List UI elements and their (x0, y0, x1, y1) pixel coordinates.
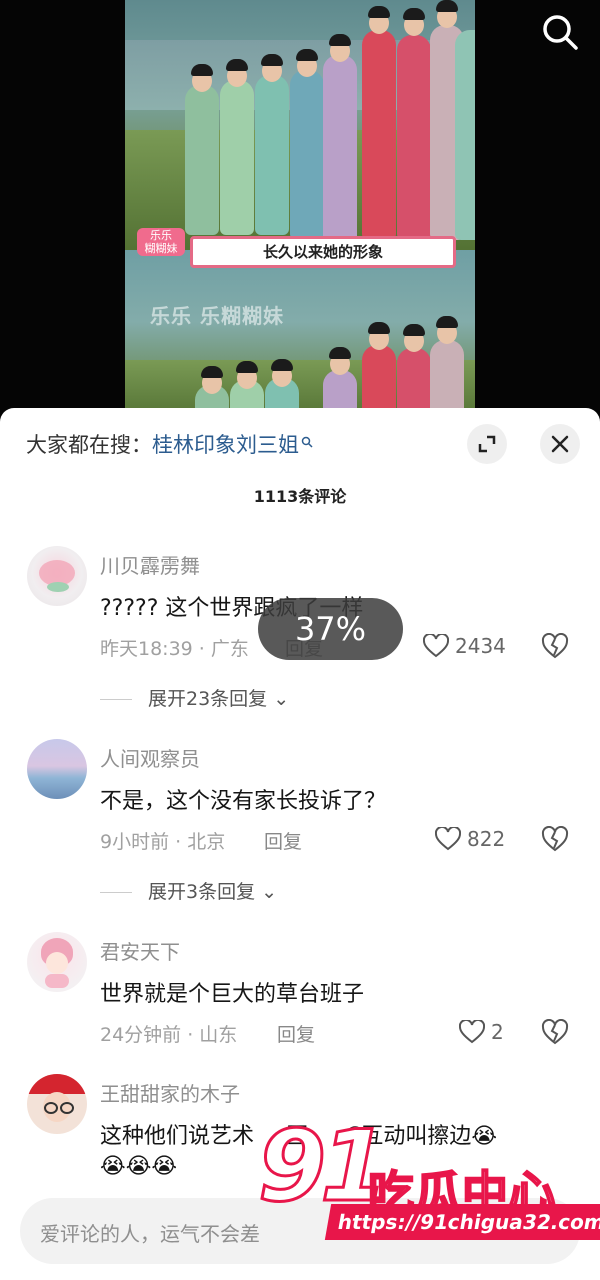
expand-replies[interactable]: 展开23条回复 ⌄ (100, 684, 289, 711)
comment-username[interactable]: 君安天下 (100, 936, 180, 965)
chevron-down-icon: ⌄ (273, 688, 290, 710)
avatar[interactable] (27, 1074, 87, 1134)
heart-icon[interactable] (434, 825, 462, 851)
heart-icon[interactable] (458, 1018, 486, 1044)
suggestion-keyword[interactable]: 桂林印象刘三姐 (152, 433, 299, 457)
like-count: 2 (491, 1020, 504, 1044)
avatar[interactable] (27, 932, 87, 992)
comment-input-placeholder: 爱评论的人，运气不会差 (40, 1222, 260, 1246)
comment-username[interactable]: 川贝霹雳舞 (100, 550, 200, 579)
search-small-icon (301, 429, 313, 453)
video-caption: 长久以来她的形象 (190, 236, 456, 268)
video-watermark: 乐乐 乐糊糊妹 (150, 304, 284, 328)
avatar[interactable] (27, 546, 87, 606)
dislike-heart-icon[interactable] (541, 1018, 569, 1045)
comment-text: 这种他们说艺术区 C互动叫擦边😭 (100, 1124, 498, 1149)
search-icon[interactable] (540, 12, 580, 52)
video-tag: 乐乐 糊糊妹 (137, 228, 185, 256)
comment-emojis: 😭😭😭 (100, 1154, 178, 1179)
comment-count: 1113条评论 (253, 487, 347, 506)
reply-button[interactable]: 回复 (264, 827, 302, 854)
dislike-heart-icon[interactable] (541, 632, 569, 659)
expand-replies[interactable]: 展开3条回复 ⌄ (100, 877, 277, 904)
comment-item: 王甜甜家的木子 这种他们说艺术区 C互动叫擦边😭 😭😭😭 (0, 1068, 600, 1192)
comment-meta: 9小时前 · 北京 (100, 831, 226, 853)
comment-text: 世界就是个巨大的草台班子 (100, 982, 365, 1007)
progress-indicator: 37% (258, 598, 403, 660)
like-count: 822 (467, 827, 506, 851)
avatar[interactable] (27, 739, 87, 799)
like-count: 2434 (455, 634, 506, 658)
suggestion-prefix: 大家都在搜： (26, 433, 152, 457)
comment-item: 君安天下 世界就是个巨大的草台班子 24分钟前 · 山东 回复 2 (0, 926, 600, 1056)
comment-text: 不是，这个没有家长投诉了？ (100, 789, 387, 814)
dislike-heart-icon[interactable] (541, 825, 569, 852)
search-suggestion[interactable]: 大家都在搜：桂林印象刘三姐 (26, 429, 313, 459)
reply-button[interactable]: 回复 (277, 1020, 315, 1047)
comment-meta: 昨天18:39 · 广东 (100, 638, 249, 660)
chevron-down-icon: ⌄ (261, 881, 278, 903)
video-player[interactable]: 乐乐 糊糊妹 长久以来她的形象 乐乐 乐糊糊妹 (0, 0, 600, 430)
heart-icon[interactable] (422, 632, 450, 658)
comment-username[interactable]: 人间观察员 (100, 743, 200, 772)
expand-panel-button[interactable] (467, 424, 507, 464)
comment-meta: 24分钟前 · 山东 (100, 1024, 238, 1046)
comment-username[interactable]: 王甜甜家的木子 (100, 1078, 240, 1107)
close-button[interactable] (540, 424, 580, 464)
comment-item: 人间观察员 不是，这个没有家长投诉了？ 9小时前 · 北京 回复 822 展开3… (0, 733, 600, 913)
video-frame-bottom (125, 250, 475, 430)
comment-input[interactable]: 爱评论的人，运气不会差 (20, 1198, 580, 1264)
